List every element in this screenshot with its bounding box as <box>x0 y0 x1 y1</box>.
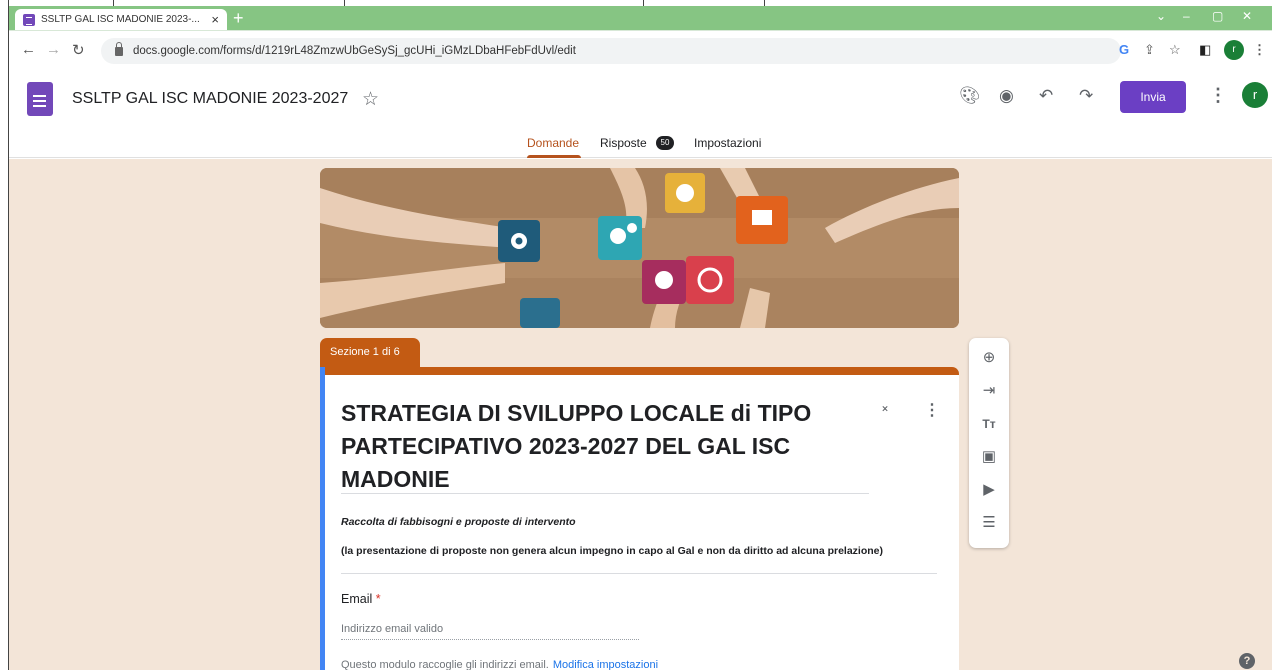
title-underline <box>341 493 869 494</box>
active-tab-indicator <box>527 155 581 158</box>
tab-bar: SSLTP GAL ISC MADONIE 2023-... × + ⌄ – ▢… <box>9 6 1272 30</box>
form-header-card[interactable]: STRATEGIA DI SVILUPPO LOCALE di TIPO PAR… <box>320 367 959 670</box>
google-forms-logo-icon[interactable] <box>27 82 53 116</box>
puzzle-banner-image <box>320 168 959 328</box>
google-translate-icon[interactable]: G <box>1119 42 1129 57</box>
add-video-icon[interactable]: ▶ <box>978 479 1000 501</box>
responses-count-badge: 50 <box>656 136 674 150</box>
floating-toolbar: ⊕ ⇥ Tт ▣ ▶ ☰ <box>969 338 1009 548</box>
star-icon[interactable]: ☆ <box>362 88 379 111</box>
minimize-icon[interactable]: – <box>1183 9 1190 23</box>
share-icon[interactable]: ⇪ <box>1144 42 1155 58</box>
url-text: docs.google.com/forms/d/1219rL48ZmzwUbGe… <box>133 45 576 57</box>
profile-avatar[interactable]: r <box>1224 40 1244 60</box>
account-avatar[interactable]: r <box>1242 82 1268 108</box>
forms-favicon-icon <box>23 13 35 26</box>
close-tab-icon[interactable]: × <box>211 12 219 27</box>
active-card-accent <box>320 367 325 670</box>
form-description-line-1[interactable]: Raccolta di fabbisogni e proposte di int… <box>341 516 576 528</box>
tab-responses[interactable]: Risposte <box>600 136 647 150</box>
bookmark-star-icon[interactable]: ☆ <box>1169 42 1181 58</box>
new-tab-icon[interactable]: + <box>233 8 244 28</box>
section-menu-icon[interactable]: ⋮ <box>924 400 940 420</box>
help-icon[interactable]: ? <box>1239 653 1255 669</box>
forward-icon[interactable]: → <box>46 41 61 58</box>
browser-chrome: SSLTP GAL ISC MADONIE 2023-... × + ⌄ – ▢… <box>9 6 1272 70</box>
browser-menu-icon[interactable]: ⋮ <box>1253 42 1266 58</box>
forms-header: SSLTP GAL ISC MADONIE 2023-2027 ☆ 🎨︎ ◉ ↶… <box>9 70 1272 158</box>
collapse-section-icon[interactable]: ⌄ ⌃ <box>880 399 890 419</box>
more-options-icon[interactable]: ⋮ <box>1209 85 1227 106</box>
tab-settings[interactable]: Impostazioni <box>694 136 761 150</box>
back-icon[interactable]: ← <box>21 41 36 58</box>
form-canvas: Sezione 1 di 6 STRATEGIA DI SVILUPPO LOC… <box>9 159 1272 670</box>
browser-tab-title: SSLTP GAL ISC MADONIE 2023-... <box>41 14 200 25</box>
email-question-label: Email * <box>341 592 381 606</box>
send-button[interactable]: Invia <box>1120 81 1186 113</box>
email-field[interactable]: Indirizzo email valido <box>341 623 443 635</box>
required-asterisk: * <box>375 592 381 606</box>
add-title-icon[interactable]: Tт <box>978 413 1000 435</box>
side-panel-icon[interactable]: ◧ <box>1199 42 1211 58</box>
import-questions-icon[interactable]: ⇥ <box>978 380 1000 402</box>
document-title[interactable]: SSLTP GAL ISC MADONIE 2023-2027 <box>72 90 348 108</box>
email-note-text: Questo modulo raccoglie gli indirizzi em… <box>341 659 549 670</box>
description-divider <box>341 573 937 574</box>
form-title[interactable]: STRATEGIA DI SVILUPPO LOCALE di TIPO PAR… <box>341 397 869 496</box>
customize-theme-icon[interactable]: 🎨︎ <box>959 86 981 106</box>
browser-tab[interactable]: SSLTP GAL ISC MADONIE 2023-... × <box>15 9 227 30</box>
form-tabs: Domande Risposte 50 Impostazioni <box>9 130 1272 158</box>
add-section-icon[interactable]: ☰ <box>978 512 1000 534</box>
lock-icon <box>115 41 123 56</box>
header-image <box>320 168 959 328</box>
reload-icon[interactable]: ↻ <box>72 41 85 59</box>
edit-settings-link[interactable]: Modifica impostazioni <box>553 659 658 670</box>
redo-icon[interactable]: ↷ <box>1079 86 1093 106</box>
tab-questions[interactable]: Domande <box>527 136 579 150</box>
address-bar[interactable]: docs.google.com/forms/d/1219rL48ZmzwUbGe… <box>101 38 1121 64</box>
email-field-underline <box>341 639 639 640</box>
close-window-icon[interactable]: ✕ <box>1242 9 1252 23</box>
form-description-line-2[interactable]: (la presentazione di proposte non genera… <box>341 545 883 557</box>
undo-icon[interactable]: ↶ <box>1039 86 1053 106</box>
preview-eye-icon[interactable]: ◉ <box>999 86 1014 106</box>
left-border <box>0 0 9 670</box>
browser-toolbar: ← → ↻ docs.google.com/forms/d/1219rL48Zm… <box>9 30 1272 70</box>
screen: SSLTP GAL ISC MADONIE 2023-... × + ⌄ – ▢… <box>0 0 1272 670</box>
email-collection-note: Questo modulo raccoglie gli indirizzi em… <box>341 659 658 670</box>
add-question-icon[interactable]: ⊕ <box>978 347 1000 369</box>
section-label: Sezione 1 di 6 <box>320 338 420 368</box>
email-label-text: Email <box>341 592 373 606</box>
restore-icon[interactable]: ▢ <box>1212 9 1223 23</box>
tab-search-icon[interactable]: ⌄ <box>1156 9 1166 23</box>
add-image-icon[interactable]: ▣ <box>978 446 1000 468</box>
